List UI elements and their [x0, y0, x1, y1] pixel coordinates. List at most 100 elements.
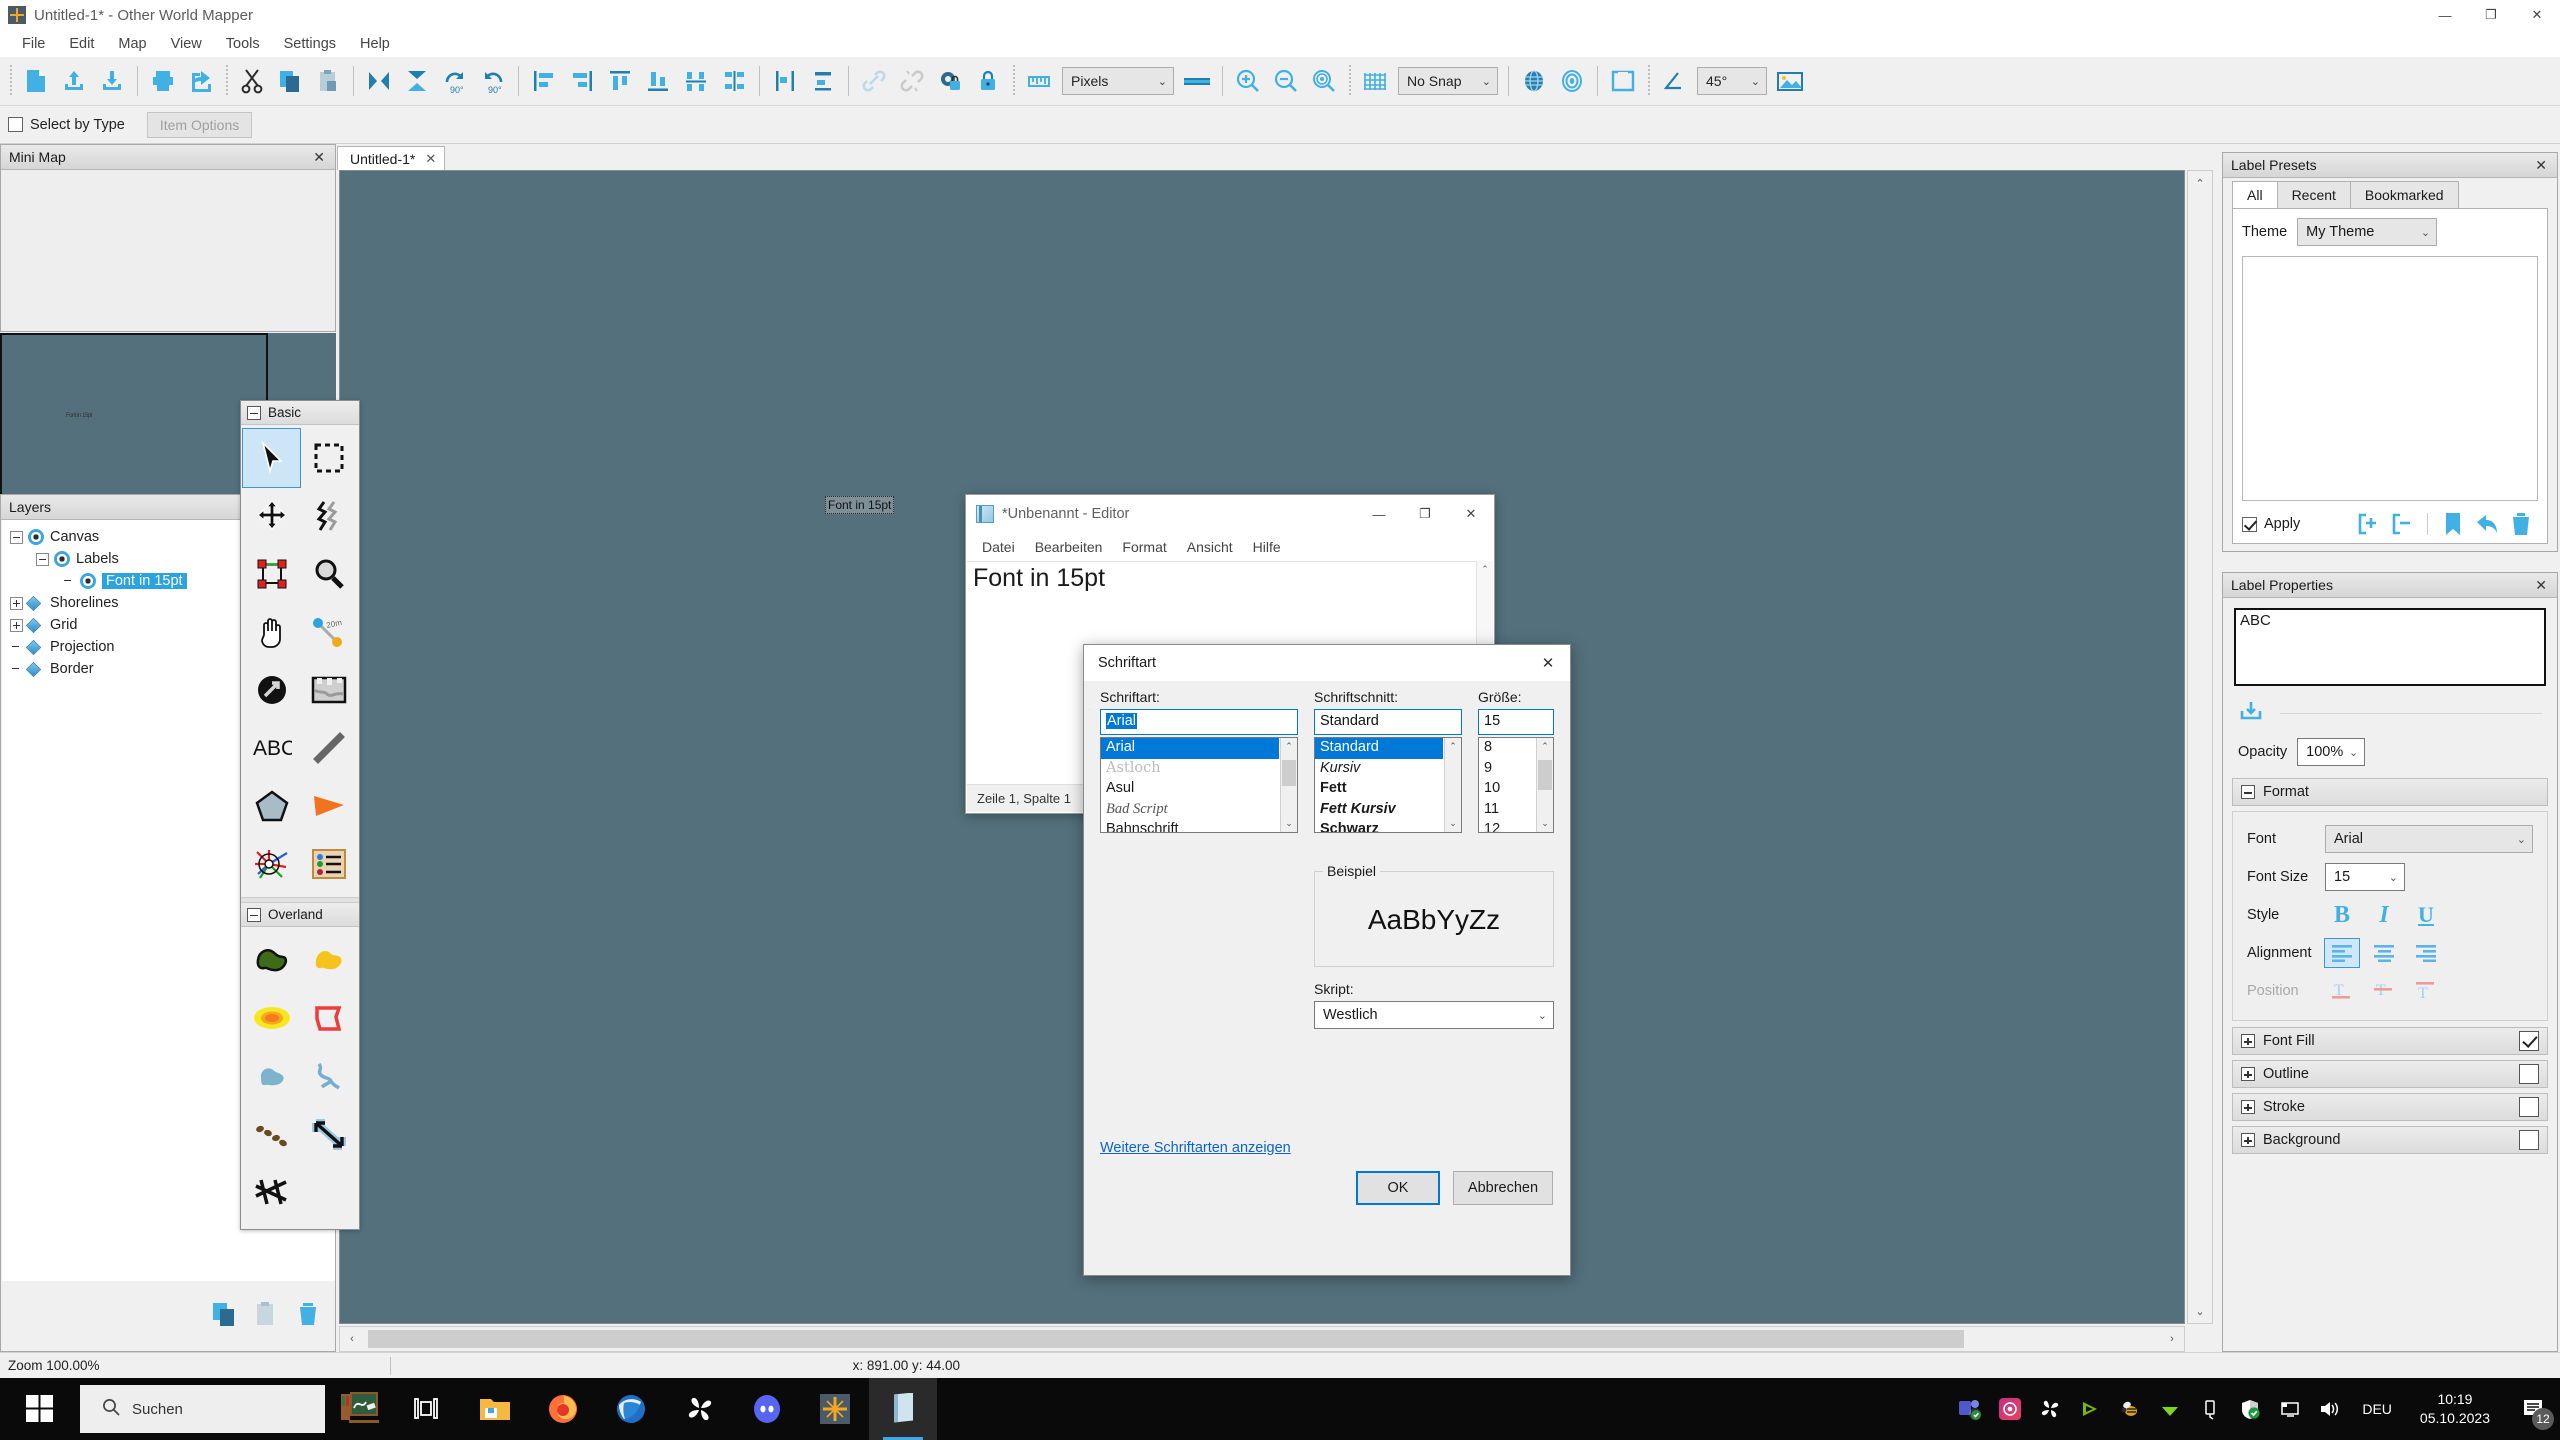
select-arrow-tool[interactable]: [242, 428, 301, 488]
rotate-ccw-90-icon[interactable]: 90°: [474, 62, 512, 100]
notepad-minimize-button[interactable]: —: [1356, 495, 1402, 533]
outline-checkbox[interactable]: [2519, 1064, 2539, 1084]
file-explorer-icon[interactable]: [461, 1378, 529, 1440]
scroll-down-icon[interactable]: ⌄: [1281, 815, 1297, 832]
font-size-select[interactable]: 15 ⌄: [2325, 863, 2405, 891]
close-button[interactable]: ✕: [2514, 0, 2560, 30]
menu-item-view[interactable]: View: [159, 33, 214, 55]
move-tool[interactable]: [243, 487, 300, 545]
globe-icon[interactable]: [1515, 62, 1553, 100]
cancel-button[interactable]: Abbrechen: [1453, 1171, 1553, 1205]
wifi-icon[interactable]: [2150, 1378, 2190, 1440]
style-list-item[interactable]: Schwarz: [1315, 820, 1443, 832]
align-center-icon[interactable]: [2367, 939, 2401, 967]
territory-outline-tool[interactable]: [300, 989, 357, 1047]
paste-icon[interactable]: [309, 62, 347, 100]
close-icon[interactable]: ✕: [1526, 645, 1570, 681]
search-input[interactable]: Suchen: [80, 1385, 325, 1433]
discord-icon[interactable]: [733, 1378, 801, 1440]
toolbar-grip[interactable]: [7, 64, 14, 98]
bookmark-icon[interactable]: [2436, 510, 2470, 538]
windows-start-icon[interactable]: [0, 1378, 80, 1440]
lock-icon[interactable]: [969, 62, 1007, 100]
menu-item-help[interactable]: Help: [348, 33, 402, 55]
remove-preset-icon[interactable]: [2385, 510, 2419, 538]
bold-icon[interactable]: B: [2325, 901, 2359, 929]
tab-bookmarked[interactable]: Bookmarked: [2349, 181, 2459, 208]
print-icon[interactable]: [144, 62, 182, 100]
outline-section[interactable]: Outline: [2232, 1060, 2548, 1088]
opacity-select[interactable]: 100% ⌄: [2297, 738, 2366, 766]
size-list-item[interactable]: 11: [1479, 800, 1535, 821]
position-middle-icon[interactable]: T: [2367, 977, 2401, 1005]
transform-box-tool[interactable]: [243, 545, 300, 603]
route-arrow-tool[interactable]: [300, 1105, 357, 1163]
import-text-icon[interactable]: [2238, 698, 2264, 728]
style-list-item[interactable]: Fett Kursiv: [1315, 800, 1443, 821]
flip-vertical-icon[interactable]: [398, 62, 436, 100]
edit-nodes-tool[interactable]: [300, 487, 357, 545]
lake-tool[interactable]: [243, 1047, 300, 1105]
other-world-mapper-icon[interactable]: [801, 1378, 869, 1440]
close-icon[interactable]: ✕: [2531, 157, 2551, 174]
select-by-type-checkbox[interactable]: [8, 117, 23, 132]
mini-map-body[interactable]: [1, 170, 335, 331]
pan-hand-tool[interactable]: [243, 603, 300, 661]
flip-horizontal-icon[interactable]: [360, 62, 398, 100]
toolbar-grip[interactable]: [1645, 64, 1652, 98]
mini-map-viewport-rect[interactable]: [0, 333, 268, 510]
defender-icon[interactable]: [2230, 1378, 2270, 1440]
zoom-tool[interactable]: [300, 545, 357, 603]
notepad-maximize-button[interactable]: ❐: [1402, 495, 1448, 533]
fan-app-icon[interactable]: [665, 1378, 733, 1440]
clock[interactable]: 10:19 05.10.2023: [2404, 1390, 2506, 1428]
script-select[interactable]: Westlich ⌄: [1314, 1001, 1554, 1029]
apply-checkbox[interactable]: [2242, 516, 2257, 532]
scroll-thumb[interactable]: [1538, 760, 1552, 790]
snap-combo[interactable]: No Snap ⌄: [1398, 67, 1498, 95]
canvas-text-label[interactable]: Font in 15pt: [825, 496, 895, 514]
notepad-icon[interactable]: [869, 1378, 937, 1440]
scroll-down-icon[interactable]: ⌄: [1537, 815, 1553, 832]
scroll-thumb[interactable]: [368, 1330, 1964, 1348]
size-list-item[interactable]: 8: [1479, 738, 1535, 759]
forest-fill-tool[interactable]: [243, 989, 300, 1047]
rotate-cw-90-icon[interactable]: 90°: [436, 62, 474, 100]
expand-toggle-icon[interactable]: [2241, 1100, 2255, 1114]
stroke-checkbox[interactable]: [2519, 1097, 2539, 1117]
align-left-icon[interactable]: [525, 62, 563, 100]
symbol-spray-tool[interactable]: [243, 835, 300, 893]
import-icon[interactable]: [93, 62, 131, 100]
toolbar-grip[interactable]: [1010, 64, 1017, 98]
style-list-item[interactable]: Standard: [1315, 738, 1443, 759]
distribute-vertical-icon[interactable]: [715, 62, 753, 100]
canvas-vertical-scrollbar[interactable]: ⌃ ⌄: [2187, 170, 2213, 1324]
background-checkbox[interactable]: [2519, 1130, 2539, 1150]
firefox-icon[interactable]: [529, 1378, 597, 1440]
collapse-toggle-icon[interactable]: [247, 405, 261, 420]
polygon-tool[interactable]: [243, 777, 300, 835]
scroll-left-icon[interactable]: ‹: [340, 1327, 364, 1351]
preset-list[interactable]: [2242, 256, 2538, 501]
gear-lock-icon[interactable]: [931, 62, 969, 100]
format-section-header[interactable]: Format: [2232, 778, 2548, 806]
font-list-item[interactable]: Astloch: [1101, 759, 1279, 780]
zoom-out-icon[interactable]: [1267, 62, 1305, 100]
close-icon[interactable]: ✕: [425, 151, 436, 167]
menu-item-file[interactable]: File: [10, 33, 57, 55]
align-center-horizontal-icon[interactable]: [804, 62, 842, 100]
tab-recent[interactable]: Recent: [2276, 181, 2351, 208]
scroll-up-icon[interactable]: ⌃: [2188, 171, 2212, 195]
underline-icon[interactable]: U: [2409, 901, 2443, 929]
more-fonts-link[interactable]: Weitere Schriftarten anzeigen: [1100, 1140, 1291, 1156]
font-list-scrollbar[interactable]: ⌃ ⌄: [1280, 738, 1297, 832]
thunderbird-icon[interactable]: [597, 1378, 665, 1440]
road-cross-tool[interactable]: [243, 1163, 300, 1221]
scroll-down-icon[interactable]: ⌄: [2188, 1299, 2212, 1323]
share-icon[interactable]: [182, 62, 220, 100]
expand-toggle-icon[interactable]: [10, 596, 23, 610]
font-fill-checkbox[interactable]: [2519, 1031, 2539, 1051]
new-document-icon[interactable]: [17, 62, 55, 100]
unlink-icon[interactable]: [893, 62, 931, 100]
canvas-horizontal-scrollbar[interactable]: ‹ ›: [339, 1326, 2185, 1352]
